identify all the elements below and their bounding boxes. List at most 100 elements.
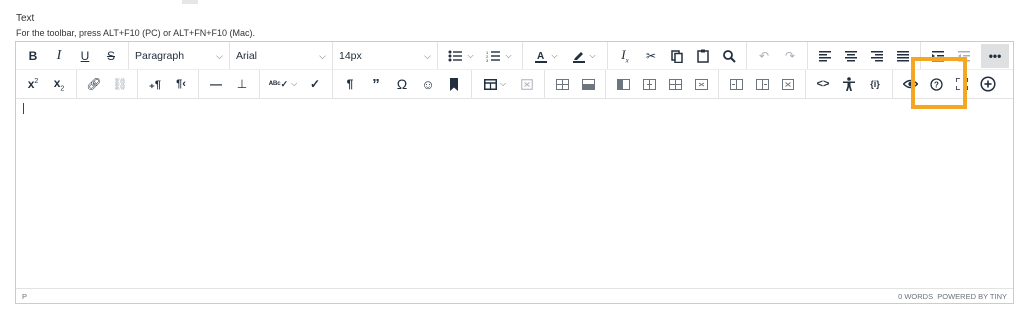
insert-below-button[interactable]: ⊥ [231,73,253,95]
chevron-down-icon: ⌵ [424,50,431,61]
special-group: ¶ ” Ω ☺ [333,70,472,98]
find-replace-button[interactable] [718,45,740,67]
word-count[interactable]: 0 WORDS [898,292,933,301]
table-col-before-button[interactable] [612,73,634,95]
redo-button[interactable]: ↷ [779,45,801,67]
table-row-before-button[interactable] [551,73,573,95]
blocks-group: Paragraph ⌵ [129,42,230,70]
code-icon: <> [816,78,830,90]
search-icon [723,50,736,63]
more-icon: ••• [988,49,1002,63]
direction-group: ₊¶ ¶‹ [138,70,199,98]
superscript-icon: x2 [27,77,39,91]
table-row-props-icon [755,78,769,90]
copy-button[interactable] [666,45,688,67]
table-cell-icon [729,78,743,90]
emoji-icon: ☺ [421,76,435,92]
toolbar-row-2: x2 x2 🔗︎ ⛓︎ ₊¶ ¶‹ — ⊥ ᴬᴮᶜ✓⌵ ✓ ¶ ” Ω ☺ ⌵ [16,70,1013,99]
accessibility-icon [843,77,855,91]
bookmark-icon [450,77,458,91]
table-merge-button[interactable] [664,73,686,95]
font-size-select[interactable]: 14px ⌵ [333,45,437,67]
ltr-button[interactable]: ₊¶ [144,73,166,95]
text-color-button[interactable]: A ⌵ [529,45,563,67]
spell-group: ᴬᴮᶜ✓ ⌵ ✓ [260,70,333,98]
paste-button[interactable] [692,45,714,67]
svg-text:3: 3 [486,58,489,62]
paragraph-button[interactable]: ¶ [339,73,361,95]
horizontal-line-button[interactable]: — [205,73,227,95]
clear-format-button[interactable]: Ix [614,45,636,67]
bullet-list-icon [448,50,463,62]
undo-button[interactable]: ↶ [753,45,775,67]
table-col-group [606,70,719,98]
rtl-button[interactable]: ¶‹ [170,73,192,95]
ltr-icon: ₊¶ [149,78,161,91]
align-center-button[interactable] [840,45,862,67]
font-family-group: Arial ⌵ [230,42,333,70]
table-cell-group [719,70,806,98]
table-row-group [545,70,606,98]
align-right-button[interactable] [866,45,888,67]
link-button[interactable]: 🔗︎ [83,73,105,95]
superscript-button[interactable]: x2 [22,73,44,95]
table-button[interactable]: ⌵ [478,73,512,95]
script-group: x2 x2 [16,70,77,98]
history-group: ↶ ↷ [747,42,808,70]
table-col-after-button[interactable] [638,73,660,95]
table-row-props-button[interactable] [751,73,773,95]
underline-button[interactable]: U [74,45,96,67]
quote-button[interactable]: ” [365,73,387,95]
align-center-icon [845,50,857,61]
clipboard-group: Ix ✂ [608,42,747,70]
editor-content-area[interactable] [16,99,1013,288]
list-group: ⌵ 1 2 3 ⌵ [438,42,523,70]
table-row-after-button[interactable] [577,73,599,95]
highlight-color-button[interactable]: ⌵ [567,45,601,67]
highlight-box [911,57,967,109]
table-icon [483,78,497,90]
align-left-button[interactable] [814,45,836,67]
paste-icon [697,49,709,63]
undo-icon: ↶ [758,49,770,63]
insert-group: — ⊥ [199,70,260,98]
strikethrough-button[interactable]: S [100,45,122,67]
copy-icon [671,49,683,63]
unlink-button[interactable]: ⛓︎ [109,73,131,95]
checkmark-button[interactable]: ✓ [304,73,326,95]
more-toolbar-button[interactable]: ••• [981,44,1009,68]
emoji-button[interactable]: ☺ [417,73,439,95]
unlink-icon: ⛓︎ [112,77,128,91]
template-button[interactable]: {i} [864,73,886,95]
rich-text-editor: B I U S Paragraph ⌵ Arial ⌵ 14px ⌵ ⌵ 1 2 3 ⌵ A… [15,41,1014,304]
align-left-icon [819,50,831,61]
chevron-down-icon: ⌵ [319,50,326,61]
table-delete-icon [521,78,533,90]
spellcheck-button[interactable]: ᴬᴮᶜ✓ ⌵ [266,73,300,95]
special-char-button[interactable]: Ω [391,73,413,95]
table-delete-button[interactable] [516,73,538,95]
table-split-button[interactable] [690,73,712,95]
color-group: A ⌵ ⌵ [523,42,608,70]
horizontal-line-icon: — [210,77,222,91]
bookmark-button[interactable] [443,73,465,95]
numbered-list-button[interactable]: 1 2 3 ⌵ [482,45,516,67]
element-path[interactable]: P [22,292,27,301]
font-size-group: 14px ⌵ [333,42,438,70]
cut-button[interactable]: ✂ [640,45,662,67]
powered-by-link[interactable]: POWERED BY TINY [937,292,1007,301]
add-content-button[interactable] [977,73,999,95]
block-format-select[interactable]: Paragraph ⌵ [129,45,229,67]
source-code-button[interactable]: <> [812,73,834,95]
bold-button[interactable]: B [22,45,44,67]
table-cell-props-button[interactable] [725,73,747,95]
italic-button[interactable]: I [48,45,70,67]
table-props-button[interactable] [777,73,799,95]
font-family-select[interactable]: Arial ⌵ [230,45,332,67]
accessibility-button[interactable] [838,73,860,95]
link-group: 🔗︎ ⛓︎ [77,70,138,98]
bullet-list-button[interactable]: ⌵ [444,45,478,67]
subscript-button[interactable]: x2 [48,73,70,95]
svg-text:A: A [537,51,544,62]
toolbar-row-1: B I U S Paragraph ⌵ Arial ⌵ 14px ⌵ ⌵ 1 2 3 ⌵ A… [16,42,1013,70]
